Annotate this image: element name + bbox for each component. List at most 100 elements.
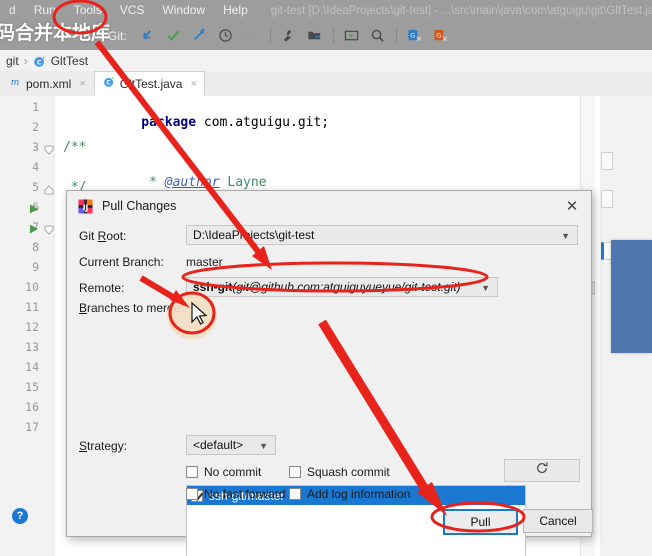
javadoc-author-tag: @author — [164, 175, 220, 190]
fold-marker-icon[interactable] — [44, 222, 54, 235]
update-project-icon[interactable] — [137, 25, 159, 47]
breadcrumb-separator: › — [23, 54, 28, 68]
strategy-combo[interactable]: <default> ▼ — [186, 435, 276, 455]
remote-label: Remote: — [79, 281, 125, 295]
add-log-information-label: Add log information — [307, 487, 411, 501]
svg-text:G: G — [436, 31, 441, 39]
no-commit-checkbox[interactable] — [186, 466, 198, 478]
cancel-button[interactable]: Cancel — [523, 509, 593, 533]
git-root-combo[interactable]: D:\IdeaProjects\git-test ▼ — [186, 225, 578, 245]
close-icon[interactable]: ✕ — [563, 197, 581, 215]
tab-close-icon[interactable]: × — [190, 78, 196, 90]
right-panel-button[interactable] — [601, 152, 613, 170]
current-branch-label: Current Branch: — [79, 255, 164, 269]
line-number: 10 — [25, 280, 39, 294]
fold-marker-icon[interactable] — [44, 142, 54, 155]
dialog-title: Pull Changes — [102, 199, 177, 213]
highlight-circle — [167, 293, 217, 339]
no-commit-checkbox-row[interactable]: No commit — [186, 465, 261, 479]
code-line-3: /** — [63, 140, 87, 155]
breadcrumb-item-git[interactable]: git — [6, 54, 19, 68]
intellij-idea-icon: IJ — [78, 198, 93, 214]
rollback-icon[interactable] — [241, 25, 263, 47]
help-icon[interactable]: ? — [12, 508, 28, 524]
git-root-value: D:\IdeaProjects\git-test — [193, 228, 315, 242]
squash-commit-checkbox[interactable] — [289, 466, 301, 478]
pull-button-label: Pull — [470, 515, 491, 529]
line-number: 14 — [25, 360, 39, 374]
line-number: 1 — [32, 100, 39, 114]
pull-changes-dialog[interactable]: IJ Pull Changes ✕ Git Root: D:\IdeaProje… — [66, 190, 593, 556]
run-gutter-icon[interactable] — [28, 222, 40, 234]
toolbar-separator-3 — [395, 27, 397, 44]
squash-commit-label: Squash commit — [307, 465, 390, 479]
git-root-label-pre: Git — [79, 229, 98, 243]
tab-label: pom.xml — [26, 76, 72, 91]
fold-marker-icon[interactable] — [44, 182, 54, 195]
git-toolbar-label: Git: — [108, 28, 127, 43]
strategy-label: Strategy: — [79, 439, 127, 453]
add-log-information-checkbox[interactable] — [289, 488, 301, 500]
menu-item-window[interactable]: Window — [153, 0, 214, 21]
history-icon[interactable] — [215, 25, 237, 47]
git-root-label-post: oot: — [106, 229, 127, 243]
strategy-label-key: S — [79, 439, 88, 453]
search-icon[interactable] — [367, 25, 389, 47]
menu-item-vcs[interactable]: VCS — [111, 0, 154, 21]
commit-icon[interactable] — [163, 25, 185, 47]
cancel-button-label: Cancel — [539, 514, 577, 528]
wrench-icon[interactable] — [278, 25, 300, 47]
svg-text:G: G — [410, 31, 415, 39]
tab-label: GltTest.java — [119, 76, 183, 91]
package-name: com.atguigu.git; — [196, 115, 330, 130]
java-class-icon: C — [33, 55, 46, 68]
line-number: 15 — [25, 380, 39, 394]
no-commit-label: No commit — [204, 465, 262, 479]
right-panel-button[interactable] — [601, 190, 613, 208]
no-fast-forward-label: No fast forward — [204, 487, 286, 501]
line-number: 9 — [32, 260, 39, 274]
debug-icon[interactable]: G — [404, 25, 426, 47]
line-number: 12 — [25, 320, 39, 334]
tab-pom-xml[interactable]: m pom.xml × — [0, 71, 94, 96]
run-icon[interactable] — [341, 25, 363, 47]
editor-gutter[interactable]: 1 2 3 4 5 6 7 8 9 10 11 12 13 14 15 16 1… — [0, 96, 55, 556]
chevron-down-icon[interactable]: ▼ — [561, 231, 570, 241]
folder-icon[interactable] — [304, 25, 326, 47]
refresh-icon — [535, 461, 549, 480]
javadoc-author-name: Layne — [219, 175, 267, 190]
push-icon[interactable] — [189, 25, 211, 47]
line-number: 5 — [32, 180, 39, 194]
current-branch-value: master — [186, 255, 223, 269]
remote-combo[interactable]: ssh-git (git@github.com:atguiguyueyue/git… — [186, 277, 498, 297]
svg-text:IJ: IJ — [83, 203, 89, 212]
squash-commit-checkbox-row[interactable]: Squash commit — [289, 465, 390, 479]
stop-debug-icon[interactable]: G — [430, 25, 452, 47]
breadcrumb-item-class[interactable]: GltTest — [51, 54, 88, 68]
line-number: 8 — [32, 240, 39, 254]
svg-text:m: m — [11, 78, 20, 88]
git-root-label: Git Root: — [79, 229, 126, 243]
menu-item-help[interactable]: Help — [214, 0, 257, 21]
tab-close-icon[interactable]: × — [79, 78, 85, 90]
no-fast-forward-checkbox-row[interactable]: No fast forward — [186, 487, 285, 501]
add-log-information-checkbox-row[interactable]: Add log information — [289, 487, 410, 501]
editor-tabs: m pom.xml × C GltTest.java × — [0, 71, 652, 97]
chevron-down-icon[interactable]: ▼ — [259, 441, 268, 451]
maven-icon: m — [9, 76, 21, 91]
line-number: 13 — [25, 340, 39, 354]
dialog-title-bar: IJ Pull Changes ✕ — [67, 191, 591, 221]
run-gutter-icon[interactable] — [28, 202, 40, 214]
window-title: git-test [D:\IdeaProjects\git-test] - ..… — [270, 4, 652, 17]
pull-button[interactable]: Pull — [443, 509, 518, 535]
line-number: 2 — [32, 120, 39, 134]
refresh-button[interactable] — [504, 459, 580, 482]
remote-value-name: ssh-git — [193, 280, 233, 294]
tab-glttest-java[interactable]: C GltTest.java × — [93, 71, 205, 96]
line-number: 3 — [32, 140, 39, 154]
keyword-package: package — [141, 115, 197, 130]
strategy-value: <default> — [193, 438, 244, 452]
chevron-down-icon[interactable]: ▼ — [481, 283, 490, 293]
line-number: 11 — [25, 300, 39, 314]
no-fast-forward-checkbox[interactable] — [186, 488, 198, 500]
